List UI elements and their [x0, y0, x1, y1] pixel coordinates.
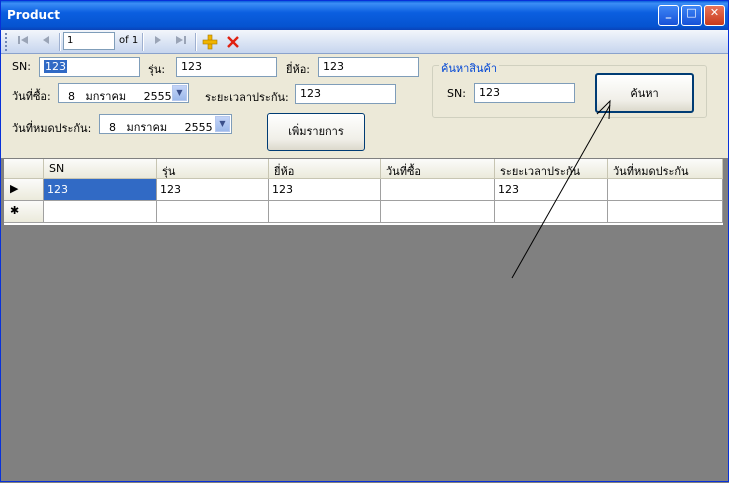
product-window: Product _ □ ✕ 1 of 1 SN: 123 รุ่น: 123 ย… [0, 0, 729, 482]
annotation-arrow [511, 99, 611, 279]
